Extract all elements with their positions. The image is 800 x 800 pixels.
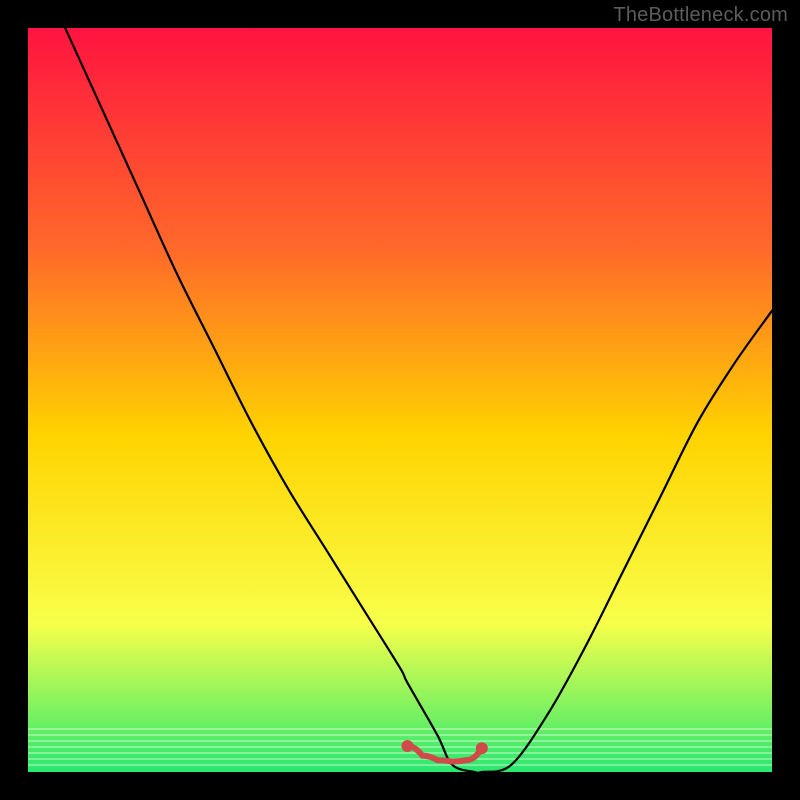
- optimal-band-dot-end: [476, 742, 488, 754]
- watermark-text: TheBottleneck.com: [613, 4, 788, 27]
- gradient-background: [28, 28, 772, 772]
- chart-frame: TheBottleneck.com: [0, 0, 800, 800]
- chart-svg: [28, 28, 772, 772]
- plot-area: [28, 28, 772, 772]
- optimal-band-dot-start: [401, 740, 413, 752]
